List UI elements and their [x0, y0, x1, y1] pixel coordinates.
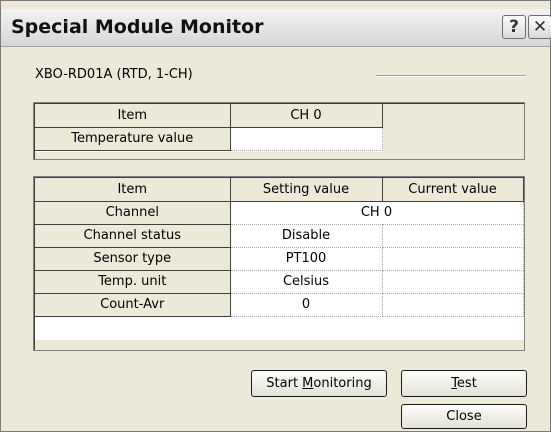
row-label-count-avr: Count-Avr — [35, 293, 231, 317]
column-header-ch0: CH 0 — [230, 104, 383, 128]
column-header-item: Item — [35, 104, 231, 128]
close-icon: ✕ — [532, 17, 548, 37]
help-button[interactable]: ? — [502, 15, 526, 39]
count-avr-current-cell — [382, 293, 524, 317]
close-button[interactable]: Close — [401, 404, 527, 429]
channel-status-setting-cell[interactable]: Disable — [230, 224, 383, 248]
start-monitoring-label-suffix: onitoring — [313, 376, 372, 391]
temperature-table-header-row: Item CH 0 — [35, 104, 383, 128]
window-close-button[interactable]: ✕ — [528, 15, 551, 39]
table-row: Channel CH 0 — [35, 201, 524, 225]
table-row: Temp. unit Celsius — [35, 270, 524, 294]
grid-background — [35, 152, 524, 159]
sensor-type-current-cell — [382, 247, 524, 271]
table-row: Sensor type PT100 — [35, 247, 524, 271]
row-label-sensor-type: Sensor type — [35, 247, 231, 271]
table-row: Temperature value — [35, 127, 383, 151]
temperature-table: Item CH 0 Temperature value — [35, 104, 383, 151]
column-header-item: Item — [35, 178, 231, 202]
start-monitoring-mnemonic: M — [302, 376, 314, 391]
special-module-monitor-dialog: Special Module Monitor ? ✕ XBO-RD01A (RT… — [0, 0, 551, 432]
test-button[interactable]: Test — [401, 370, 527, 397]
channel-value-cell[interactable]: CH 0 — [230, 201, 524, 225]
temperature-table-panel: Item CH 0 Temperature value — [33, 102, 525, 160]
grid-background — [383, 104, 524, 152]
table-row: Channel status Disable — [35, 224, 524, 248]
question-mark-icon: ? — [509, 17, 519, 37]
temperature-value-cell[interactable] — [230, 127, 383, 151]
temp-unit-current-cell — [382, 270, 524, 294]
row-label-temperature-value: Temperature value — [35, 127, 231, 151]
row-label-channel-status: Channel status — [35, 224, 231, 248]
window-title: Special Module Monitor — [11, 16, 264, 38]
row-label-temp-unit: Temp. unit — [35, 270, 231, 294]
column-header-setting-value: Setting value — [230, 178, 383, 202]
grid-background — [35, 340, 524, 350]
start-monitoring-button[interactable]: Start Monitoring — [251, 370, 387, 397]
table-row: Count-Avr 0 — [35, 293, 524, 317]
settings-table-header-row: Item Setting value Current value — [35, 178, 524, 202]
test-label-suffix: est — [456, 376, 477, 391]
sensor-type-setting-cell[interactable]: PT100 — [230, 247, 383, 271]
column-header-current-value: Current value — [382, 178, 524, 202]
module-name-label: XBO-RD01A (RTD, 1-CH) — [35, 67, 193, 82]
start-monitoring-label-prefix: Start — [266, 376, 303, 391]
count-avr-setting-cell[interactable]: 0 — [230, 293, 383, 317]
title-bar[interactable]: Special Module Monitor ? ✕ — [1, 9, 551, 47]
temp-unit-setting-cell[interactable]: Celsius — [230, 270, 383, 294]
channel-status-current-cell — [382, 224, 524, 248]
settings-table: Item Setting value Current value Channel… — [35, 178, 524, 317]
separator-line — [376, 75, 526, 77]
row-label-channel: Channel — [35, 201, 231, 225]
settings-table-panel: Item Setting value Current value Channel… — [33, 176, 525, 351]
